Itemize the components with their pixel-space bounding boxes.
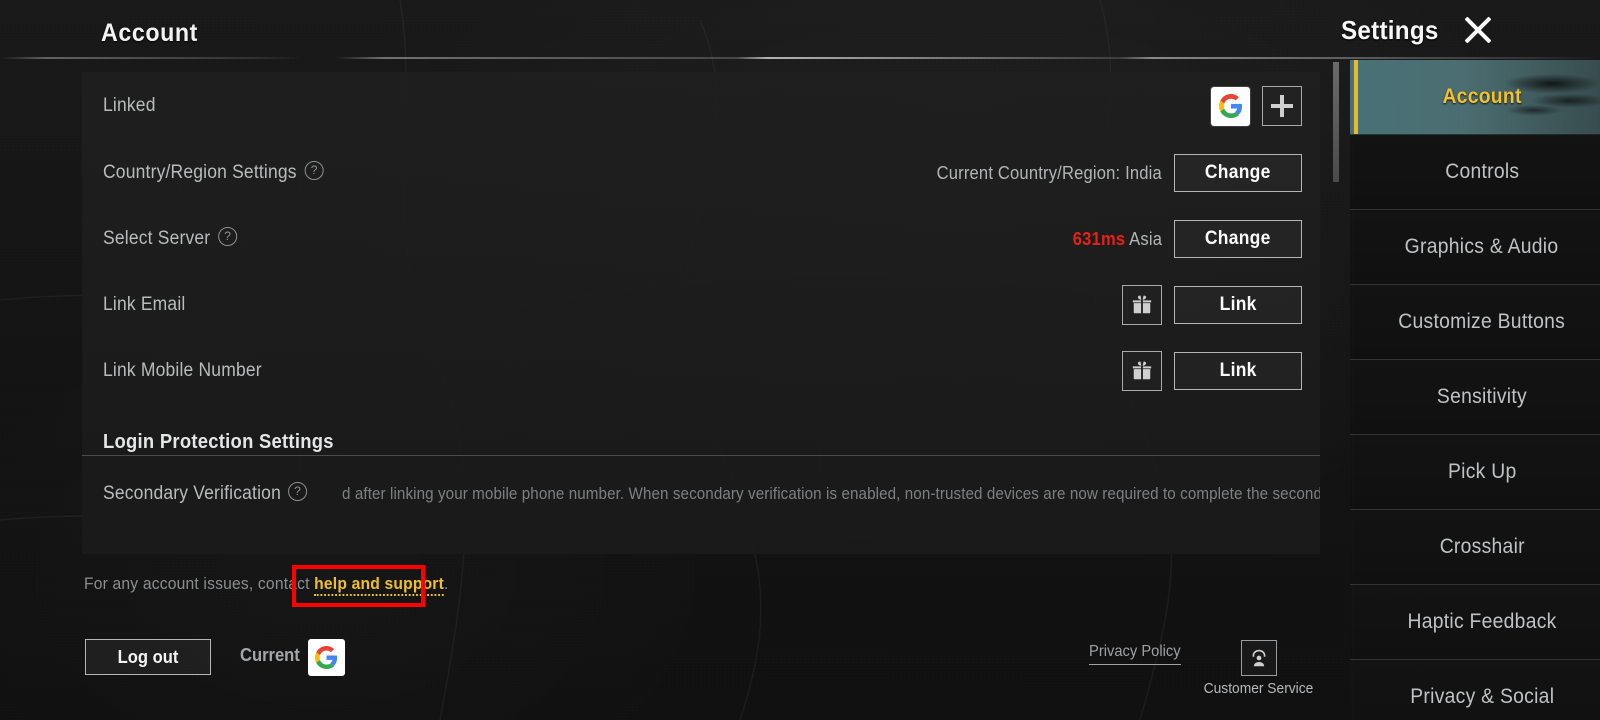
change-country-label: Change: [1205, 162, 1271, 183]
row-link-email-controls: Link: [1122, 285, 1320, 325]
help-icon-select-server[interactable]: ?: [217, 227, 237, 247]
help-prefix: For any account issues, contact: [84, 574, 315, 593]
plus-icon: [1271, 95, 1293, 117]
customer-service-label: Customer Service: [1203, 680, 1314, 697]
login-protection-title: Login Protection Settings: [103, 431, 334, 453]
sidebar-item-label: Haptic Feedback: [1407, 610, 1557, 633]
google-icon[interactable]: [1211, 86, 1250, 126]
row-link-mobile-controls: Link: [1122, 351, 1320, 391]
sidebar-scrollbar[interactable]: [1333, 62, 1339, 182]
current-account-google-icon[interactable]: [308, 639, 345, 676]
google-g-glyph: [1218, 94, 1242, 118]
sidebar-item-customize-buttons[interactable]: Customize Buttons: [1350, 285, 1600, 360]
row-select-server: Select Server? 631ms Asia Change: [82, 206, 1320, 272]
page-title: Account: [101, 19, 198, 47]
gift-icon-email[interactable]: [1122, 285, 1162, 325]
change-country-button[interactable]: Change: [1174, 154, 1302, 192]
row-label-link-mobile: Link Mobile Number: [103, 360, 262, 381]
row-label-secondary-verification: Secondary Verification?: [103, 482, 308, 505]
sidebar-item-label: Sensitivity: [1436, 385, 1528, 408]
close-icon[interactable]: [1459, 11, 1497, 49]
sidebar-item-graphics-audio[interactable]: Graphics & Audio: [1350, 210, 1600, 285]
row-select-server-controls: 631ms Asia Change: [1065, 220, 1320, 258]
header-divider: [0, 57, 1600, 59]
login-protection-header: Login Protection Settings: [82, 404, 1320, 466]
row-linked: Linked: [82, 72, 1320, 140]
google-g-glyph: [315, 646, 338, 669]
gift-icon-mobile[interactable]: [1122, 351, 1162, 391]
settings-screen: Account Settings Linked Country/Region S…: [0, 0, 1600, 720]
headset-agent-icon: [1240, 640, 1277, 676]
top-bar: Account Settings: [0, 0, 1600, 62]
sidebar-item-pick-up[interactable]: Pick Up: [1350, 435, 1600, 510]
row-link-mobile: Link Mobile Number Link: [82, 338, 1320, 404]
gift-glyph: [1132, 361, 1152, 380]
help-text: For any account issues, contact help and…: [84, 574, 449, 596]
sidebar-item-controls[interactable]: Controls: [1350, 135, 1600, 210]
headset-agent-glyph: [1252, 649, 1265, 667]
sidebar-item-label: Account: [1442, 85, 1522, 108]
row-label-secondary-verification-text: Secondary Verification: [103, 483, 281, 504]
sidebar-item-sensitivity[interactable]: Sensitivity: [1350, 360, 1600, 435]
ping-value: 631: [1072, 228, 1101, 249]
sidebar-item-label: Crosshair: [1439, 535, 1525, 558]
settings-sidebar: Account Controls Graphics & Audio Custom…: [1350, 60, 1600, 720]
sidebar-item-label: Pick Up: [1447, 460, 1517, 483]
secondary-verification-description: d after linking your mobile phone number…: [342, 484, 1320, 503]
sidebar-item-haptic-feedback[interactable]: Haptic Feedback: [1350, 585, 1600, 660]
help-icon-secondary-verification[interactable]: ?: [288, 482, 308, 502]
sidebar-item-label: Customize Buttons: [1398, 310, 1566, 333]
server-region: Asia: [1129, 228, 1162, 249]
privacy-policy-link[interactable]: Privacy Policy: [1089, 643, 1181, 665]
sidebar-item-label: Controls: [1444, 160, 1520, 183]
link-email-label: Link: [1219, 294, 1257, 315]
sidebar-item-privacy-social[interactable]: Privacy & Social: [1350, 660, 1600, 720]
row-label-select-server-text: Select Server: [103, 228, 211, 249]
gift-glyph: [1132, 295, 1152, 314]
help-and-support-link[interactable]: help and support: [314, 574, 444, 596]
row-link-email: Link Email Link: [82, 272, 1320, 338]
account-settings-panel: Linked Country/Region Settings? Current …: [82, 72, 1320, 554]
settings-panel-title: Settings: [1341, 15, 1439, 45]
customer-service-button[interactable]: Customer Service: [1196, 640, 1321, 697]
link-mobile-label: Link: [1219, 360, 1257, 381]
help-suffix: .: [443, 574, 449, 593]
row-country-region-controls: Current Country/Region: India Change: [917, 154, 1320, 192]
sidebar-item-label: Graphics & Audio: [1405, 235, 1559, 258]
row-label-linked: Linked: [103, 95, 156, 116]
server-status: 631ms Asia: [1073, 229, 1162, 250]
logout-button-label: Log out: [117, 646, 179, 667]
row-country-region: Country/Region Settings? Current Country…: [82, 140, 1320, 206]
row-secondary-verification: Secondary Verification? d after linking …: [82, 466, 1320, 522]
row-label-select-server: Select Server?: [103, 227, 237, 250]
change-server-button[interactable]: Change: [1174, 220, 1302, 258]
current-country-value: Current Country/Region: India: [936, 162, 1162, 183]
add-account-button[interactable]: [1262, 86, 1302, 126]
help-icon-country-region[interactable]: ?: [304, 161, 324, 181]
row-label-link-email: Link Email: [103, 294, 186, 315]
change-server-label: Change: [1205, 228, 1271, 249]
row-linked-controls: [1211, 86, 1320, 126]
ping-unit: ms: [1100, 228, 1126, 249]
logout-button[interactable]: Log out: [85, 639, 211, 675]
sidebar-item-account[interactable]: Account: [1350, 60, 1600, 135]
link-mobile-button[interactable]: Link: [1174, 352, 1302, 390]
sidebar-item-label: Privacy & Social: [1409, 685, 1555, 708]
link-email-button[interactable]: Link: [1174, 286, 1302, 324]
sidebar-item-crosshair[interactable]: Crosshair: [1350, 510, 1600, 585]
current-account-label: Current: [240, 645, 300, 665]
row-label-country-region: Country/Region Settings?: [103, 161, 324, 184]
row-label-country-region-text: Country/Region Settings: [103, 162, 297, 183]
